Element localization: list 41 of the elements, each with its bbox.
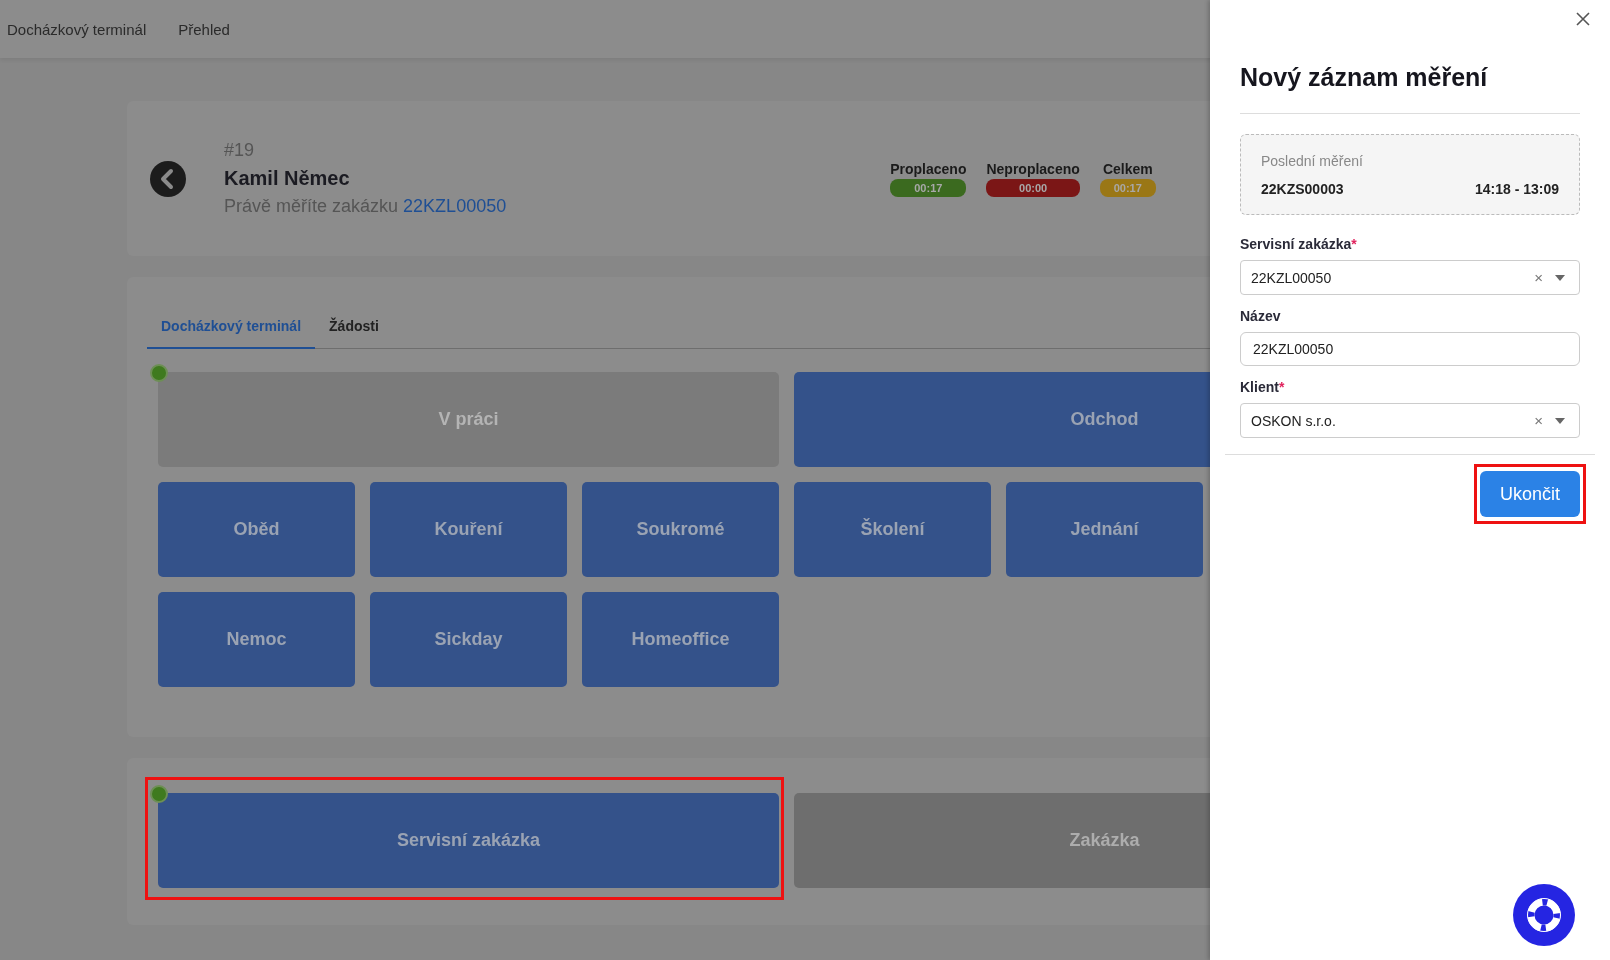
attendance-button[interactable]: Kouření <box>370 482 567 577</box>
attendance-button[interactable]: Jednání <box>1006 482 1203 577</box>
stat-label: Proplaceno <box>890 160 967 177</box>
last-job-code: 22KZS00003 <box>1261 181 1344 197</box>
stat-badge: 00:17 <box>1099 178 1156 197</box>
field-label: Servisní zakázka <box>1240 236 1352 252</box>
finish-button[interactable]: Ukončit <box>1480 471 1580 517</box>
last-time-range: 14:18 - 13:09 <box>1474 181 1559 197</box>
lifebuoy-icon[interactable] <box>1513 884 1575 946</box>
drawer-title: Nový záznam měření <box>1240 63 1489 92</box>
caret-icon <box>1555 274 1565 281</box>
job-type-button[interactable]: Servisní zakázka <box>158 793 779 888</box>
field-label: Název <box>1240 308 1281 324</box>
caret-icon <box>1555 417 1565 424</box>
back-icon[interactable] <box>150 160 186 197</box>
attendance-button[interactable]: Sickday <box>370 592 567 687</box>
field-label: Klient <box>1240 379 1279 395</box>
tab[interactable]: Docházkový terminál <box>147 306 316 349</box>
nav-link[interactable]: Přehled <box>178 20 230 38</box>
stat-label: Celkem <box>1102 160 1153 177</box>
last-measurement-label: Poslední měření <box>1261 153 1364 169</box>
job-link[interactable]: 22KZL00050 <box>403 196 507 216</box>
stat-badge: 00:00 <box>986 178 1080 197</box>
attendance-button[interactable]: Školení <box>794 482 991 577</box>
attendance-button[interactable]: Oběd <box>158 482 355 577</box>
tab[interactable]: Žádosti <box>315 306 393 348</box>
required-mark: * <box>1351 236 1357 252</box>
attendance-button[interactable]: Homeoffice <box>582 592 779 687</box>
attendance-button[interactable]: Nemoc <box>158 592 355 687</box>
stat-label: Neproplaceno <box>986 160 1080 177</box>
nav-link[interactable]: Docházkový terminál <box>7 20 147 38</box>
input-field[interactable]: 22KZL00050 <box>1240 332 1580 366</box>
select-field[interactable]: OSKON s.r.o. × <box>1240 403 1580 438</box>
close-icon[interactable] <box>1576 12 1590 26</box>
attendance-button[interactable]: Soukromé <box>582 482 779 577</box>
stat-badge: 00:17 <box>890 178 967 197</box>
clear-icon[interactable]: × <box>1534 412 1543 429</box>
clear-icon[interactable]: × <box>1534 269 1543 286</box>
select-field[interactable]: 22KZL00050 × <box>1240 260 1580 295</box>
employee-name: Kamil Němec <box>224 167 351 190</box>
required-mark: * <box>1278 379 1285 395</box>
